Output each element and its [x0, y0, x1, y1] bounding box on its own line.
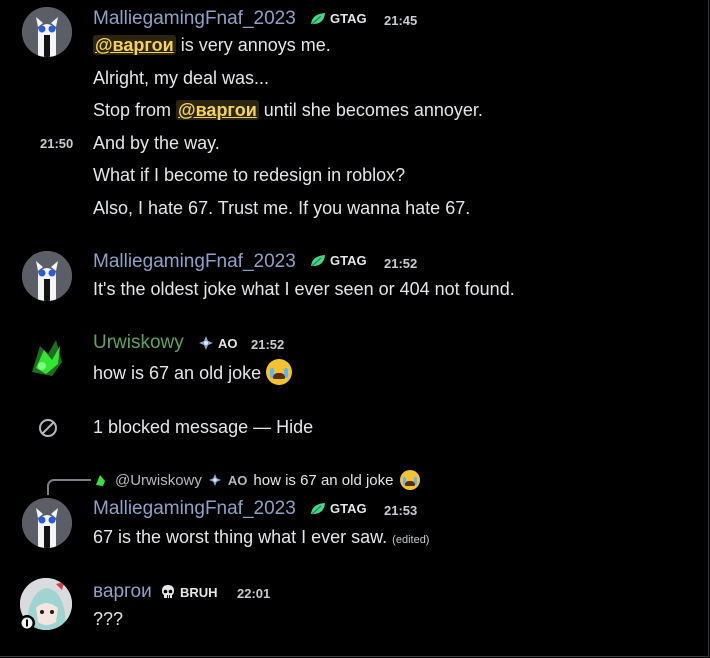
chat-frame: [0, 0, 709, 657]
timestamp: 21:45: [384, 13, 418, 28]
green-leaf-icon: [311, 502, 325, 514]
message-content: how is 67 an old joke: [93, 363, 262, 383]
message-text: Also, I hate 67. Trust me. If you wanna …: [93, 198, 471, 218]
status-badge: [19, 615, 35, 631]
username[interactable]: Urwiskowy: [93, 332, 184, 354]
loudly-crying-face-icon: [399, 470, 420, 490]
avatar-mallie[interactable]: [22, 251, 72, 301]
guild-tag-label: AO: [218, 335, 238, 351]
guild-tag[interactable]: GTAG: [310, 501, 367, 516]
loudly-crying-face-icon: [266, 359, 293, 385]
message-text: It's the oldest joke what I ever seen or…: [93, 279, 515, 299]
reply-tag: AO: [227, 472, 248, 488]
user-mention[interactable]: @варгои: [93, 35, 176, 55]
timestamp: 21:52: [251, 337, 285, 352]
guild-tag-label: GTAG: [330, 501, 367, 516]
guild-tag-label: GTAG: [330, 11, 367, 26]
reply-text: how is 67 an old joke: [253, 471, 394, 489]
guild-tag[interactable]: BRUH: [160, 584, 218, 600]
message-text: @варгои is very annoys me.: [93, 35, 331, 56]
message-text: ???: [93, 609, 124, 629]
message-text: Stop from @варгои until she becomes anno…: [93, 100, 483, 121]
skull-icon: [162, 585, 174, 598]
hover-timestamp: 21:50: [40, 136, 74, 151]
timestamp: 21:52: [384, 256, 418, 271]
guild-tag[interactable]: GTAG: [310, 11, 367, 26]
avatar-mallie[interactable]: [22, 498, 72, 548]
message-text: Alright, my deal was...: [93, 68, 270, 88]
reply-username[interactable]: @Urwiskowy: [115, 472, 202, 489]
message-text: And by the way.: [93, 133, 220, 153]
user-mention[interactable]: @варгои: [176, 100, 259, 120]
avatar-mallie[interactable]: [22, 7, 72, 57]
edited-label: (edited): [392, 534, 430, 546]
timestamp: 21:53: [384, 503, 418, 518]
green-leaf-icon: [311, 12, 325, 24]
username[interactable]: MalliegamingFnaf_2023: [93, 251, 296, 273]
message-text: 67 is the worst thing what I ever saw. (…: [93, 527, 429, 548]
diamond-sparkle-icon: [208, 473, 222, 487]
reply-connector: [47, 479, 91, 495]
reply-avatar-icon: [93, 472, 109, 488]
diamond-sparkle-icon: [199, 336, 213, 350]
guild-tag-label: GTAG: [330, 253, 367, 268]
message-content: 67 is the worst thing what I ever saw.: [93, 527, 388, 547]
username[interactable]: MalliegamingFnaf_2023: [93, 8, 296, 30]
guild-tag[interactable]: GTAG: [310, 253, 367, 268]
username[interactable]: MalliegamingFnaf_2023: [93, 498, 296, 520]
green-leaf-icon: [311, 254, 325, 266]
message-text: What if I become to redesign in roblox?: [93, 165, 406, 185]
guild-tag-label: BRUH: [180, 584, 218, 600]
message-content: until she becomes annoyer.: [263, 100, 483, 120]
username[interactable]: варгои: [93, 581, 152, 603]
timestamp: 22:01: [237, 586, 271, 601]
blocked-message-toggle[interactable]: 1 blocked message — Hide: [93, 417, 313, 438]
message-content: is very annoys me.: [180, 35, 331, 55]
reply-preview[interactable]: @Urwiskowy AO how is 67 an old joke: [93, 470, 420, 490]
message-text: how is 67 an old joke: [93, 359, 293, 385]
blocked-circle-icon: [39, 419, 57, 437]
guild-tag[interactable]: AO: [198, 335, 238, 351]
avatar-urwiskowy[interactable]: [22, 332, 72, 382]
message-content: Stop from: [93, 100, 172, 120]
